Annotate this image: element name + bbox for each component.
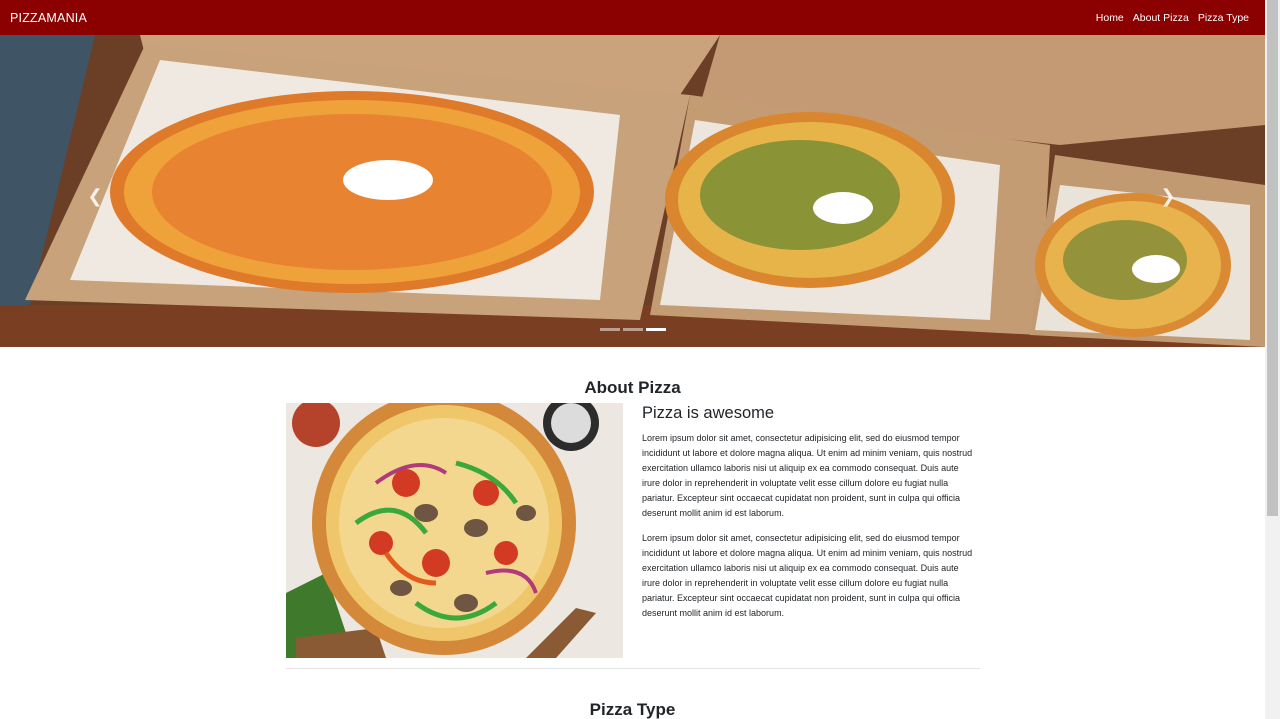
carousel-indicators: [600, 328, 666, 331]
about-paragraph-2: Lorem ipsum dolor sit amet, consectetur …: [642, 533, 973, 618]
carousel-indicator-1[interactable]: [600, 328, 620, 331]
scrollbar-thumb[interactable]: [1267, 0, 1278, 516]
nav-link-home[interactable]: Home: [1096, 12, 1124, 24]
section-divider: [286, 668, 980, 669]
carousel-slide-image: [0, 35, 1265, 347]
about-paragraph-1: Lorem ipsum dolor sit amet, consectetur …: [642, 433, 973, 518]
brand-logo[interactable]: PIZZAMANIA: [10, 11, 87, 25]
nav-link-pizza-type[interactable]: Pizza Type: [1198, 12, 1249, 24]
nav-links: Home About Pizza Pizza Type: [1087, 12, 1249, 24]
carousel-indicator-3[interactable]: [646, 328, 666, 331]
about-heading: Pizza is awesome: [642, 404, 775, 422]
about-text-block: Pizza is awesome Lorem ipsum dolor sit a…: [642, 403, 977, 631]
nav-link-about-pizza[interactable]: About Pizza: [1133, 12, 1189, 24]
carousel-prev-button[interactable]: ❮: [80, 181, 110, 211]
carousel-indicator-2[interactable]: [623, 328, 643, 331]
chevron-right-icon: ❯: [1160, 185, 1176, 206]
navbar: PIZZAMANIA Home About Pizza Pizza Type: [0, 0, 1265, 35]
hero-carousel: ❮ ❯: [0, 35, 1265, 347]
carousel-next-button[interactable]: ❯: [1153, 181, 1183, 211]
chevron-left-icon: ❮: [87, 185, 103, 206]
about-section-title: About Pizza: [584, 378, 681, 397]
page-scrollbar[interactable]: [1265, 0, 1280, 719]
about-pizza-image: [286, 403, 623, 658]
pizza-type-section-title: Pizza Type: [589, 700, 676, 719]
